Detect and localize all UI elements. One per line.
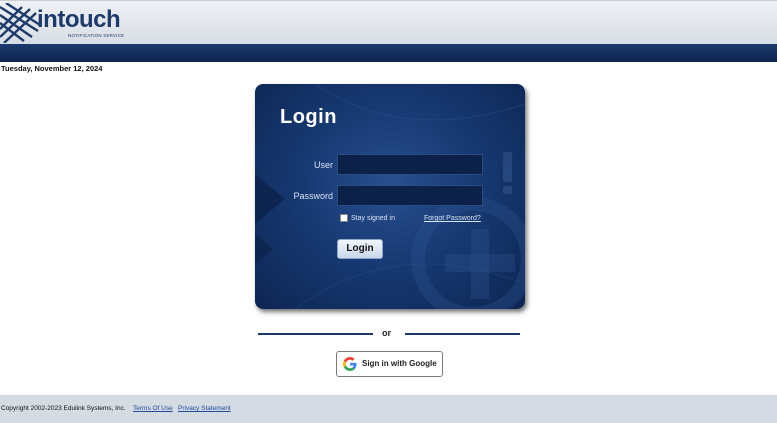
privacy-statement-link[interactable]: Privacy Statement	[178, 405, 231, 412]
current-date: Tuesday, November 12, 2024	[1, 64, 103, 73]
password-input[interactable]	[337, 185, 483, 206]
google-icon	[343, 357, 357, 371]
login-panel: Login User Password Stay signed in Forgo…	[255, 84, 525, 309]
divider-line-right	[405, 333, 520, 335]
logo-subtitle: NOTIFICATION SERVICE	[68, 33, 125, 38]
forgot-password-link[interactable]: Forgot Password?	[424, 215, 481, 222]
user-input[interactable]	[337, 154, 483, 175]
logo-text: intouch	[37, 6, 121, 33]
stay-signed-in-label: Stay signed in	[351, 214, 395, 222]
login-title: Login	[280, 106, 337, 128]
password-label: Password	[293, 191, 333, 201]
app-header: intouch NOTIFICATION SERVICE	[0, 0, 777, 44]
terms-of-use-link[interactable]: Terms Of Use	[133, 405, 173, 412]
divider-line-left	[258, 333, 373, 335]
footer: Copyright 2002-2023 Edulink Systems, Inc…	[0, 395, 777, 423]
google-signin-button[interactable]: Sign in with Google	[336, 351, 443, 377]
nav-bar	[0, 44, 777, 62]
login-button[interactable]: Login	[337, 239, 383, 259]
user-label: User	[313, 160, 333, 170]
copyright-text: Copyright 2002-2023 Edulink Systems, Inc…	[1, 405, 126, 412]
stay-signed-in-checkbox[interactable]	[340, 214, 348, 222]
google-signin-label: Sign in with Google	[362, 359, 437, 368]
intouch-logo[interactable]: intouch NOTIFICATION SERVICE	[0, 3, 130, 43]
or-text: or	[382, 328, 391, 338]
or-divider: or	[258, 327, 520, 341]
stay-signed-in[interactable]: Stay signed in	[340, 214, 395, 222]
